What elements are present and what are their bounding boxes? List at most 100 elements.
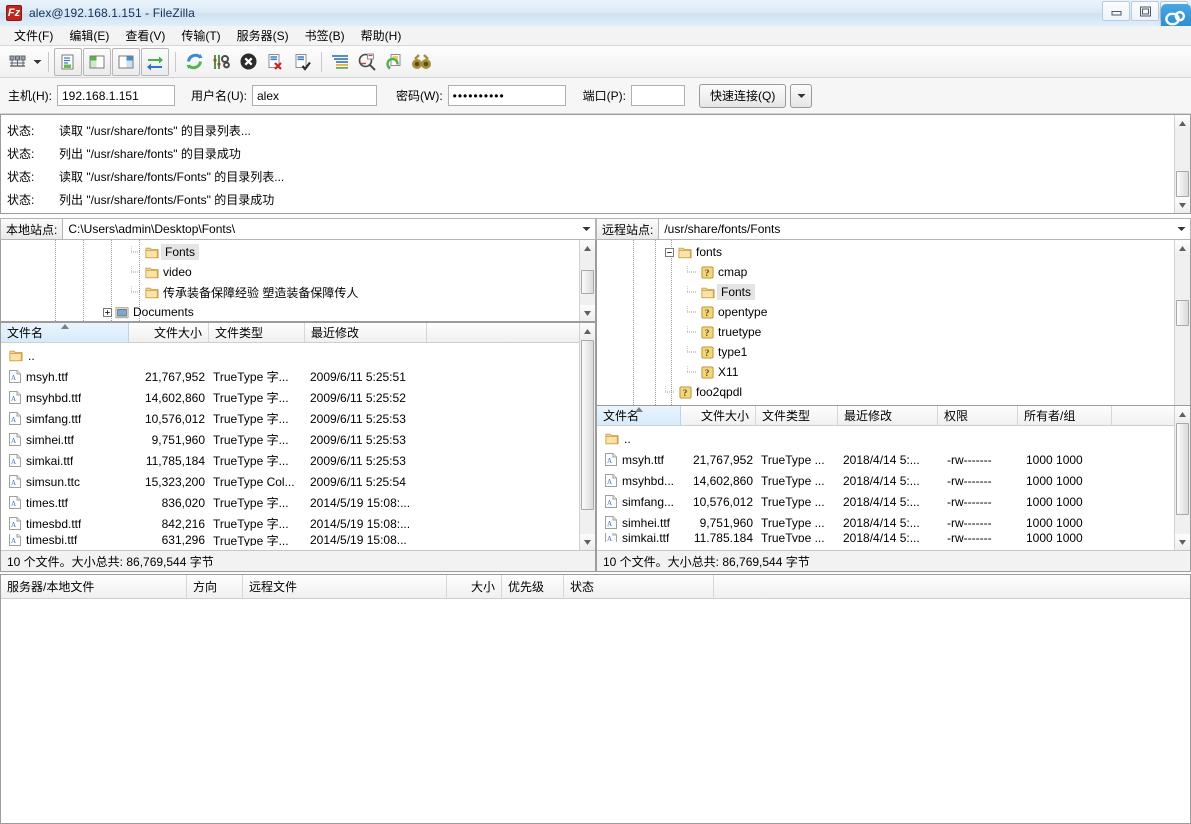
menu-server[interactable]: 服务器(S) bbox=[229, 25, 297, 46]
cancel-icon[interactable] bbox=[235, 49, 261, 75]
queue-column-server-local-file[interactable]: 服务器/本地文件 bbox=[1, 575, 187, 598]
scroll-up-icon[interactable] bbox=[1175, 240, 1190, 256]
scroll-up-icon[interactable] bbox=[580, 323, 595, 339]
reconnect-icon[interactable] bbox=[289, 49, 315, 75]
tree-node-Fonts[interactable]: Fonts bbox=[687, 282, 756, 302]
table-row[interactable]: A timesbd.ttf 842,216 TrueType 字... 2014… bbox=[1, 513, 595, 534]
queue-column-status[interactable]: 状态 bbox=[564, 575, 714, 598]
toggle-local-tree-icon[interactable] bbox=[83, 47, 111, 76]
toggle-transfer-queue-icon[interactable] bbox=[141, 47, 169, 76]
transfer-queue[interactable]: 服务器/本地文件 方向 远程文件 大小 优先级 状态 bbox=[0, 574, 1191, 824]
menu-edit[interactable]: 编辑(E) bbox=[61, 25, 117, 46]
menu-file[interactable]: 文件(F) bbox=[6, 25, 61, 46]
quickconnect-dropdown-icon[interactable] bbox=[790, 83, 813, 108]
tree-node-opentype[interactable]: ? opentype bbox=[687, 302, 767, 322]
column-header-filesize[interactable]: 文件大小 bbox=[681, 406, 756, 425]
tree-node-x11[interactable]: ? X11 bbox=[687, 362, 738, 382]
process-queue-icon[interactable] bbox=[208, 49, 234, 75]
table-row[interactable]: A simhei.ttf 9,751,960 TrueType 字... 200… bbox=[1, 429, 595, 450]
scroll-up-icon[interactable] bbox=[580, 240, 595, 256]
tree-node-video[interactable]: video bbox=[131, 262, 192, 282]
disconnect-icon[interactable] bbox=[262, 49, 288, 75]
table-row[interactable]: A simsun.ttc 15,323,200 TrueType Col... … bbox=[1, 471, 595, 492]
queue-column-direction[interactable]: 方向 bbox=[187, 575, 243, 598]
menu-help[interactable]: 帮助(H) bbox=[353, 25, 410, 46]
remote-list-scrollbar[interactable] bbox=[1174, 406, 1190, 550]
remote-site-combo[interactable]: /usr/share/fonts/Fonts bbox=[659, 218, 1191, 240]
column-header-lastmodified[interactable]: 最近修改 bbox=[838, 406, 938, 425]
tree-node-truetype[interactable]: ? truetype bbox=[687, 322, 761, 342]
column-header-filename[interactable]: 文件名 bbox=[1, 323, 129, 342]
table-row[interactable]: A simkai.ttf 11,785,184 TrueType 字... 20… bbox=[1, 450, 595, 471]
tree-collapse-expander-icon[interactable] bbox=[665, 247, 674, 257]
filter-icon[interactable] bbox=[327, 49, 353, 75]
tree-node-cmap[interactable]: ? cmap bbox=[687, 262, 747, 282]
column-header-filetype[interactable]: 文件类型 bbox=[756, 406, 838, 425]
log-scrollbar[interactable] bbox=[1174, 115, 1190, 213]
scroll-down-icon[interactable] bbox=[1175, 197, 1190, 213]
site-manager-icon[interactable] bbox=[4, 49, 30, 75]
remote-tree-scroll-thumb[interactable] bbox=[1176, 300, 1189, 326]
table-row[interactable]: A msyh.ttf 21,767,952 TrueType 字... 2009… bbox=[1, 366, 595, 387]
site-manager-dropdown-icon[interactable] bbox=[31, 49, 43, 75]
menu-bookmarks[interactable]: 书签(B) bbox=[297, 25, 353, 46]
scroll-down-icon[interactable] bbox=[580, 534, 595, 550]
tree-node-fonts[interactable]: fonts bbox=[665, 242, 722, 262]
transfer-queue-body[interactable] bbox=[1, 599, 1190, 823]
local-directory-tree[interactable]: Fonts video 传承装备保障经验 塑造装备保障传人 Documents bbox=[0, 240, 596, 322]
column-header-ownergroup[interactable]: 所有者/组 bbox=[1018, 406, 1112, 425]
local-tree-scroll-thumb[interactable] bbox=[581, 270, 594, 294]
tree-node-fonts[interactable]: Fonts bbox=[131, 242, 200, 262]
column-header-filetype[interactable]: 文件类型 bbox=[209, 323, 305, 342]
remote-directory-tree[interactable]: fonts ? cmap Fonts ? opentype ? truetype… bbox=[596, 240, 1191, 425]
remote-file-list[interactable]: 文件名 文件大小 文件类型 最近修改 权限 所有者/组 .. A msyh.tt… bbox=[596, 405, 1191, 572]
table-row[interactable]: A simfang.ttf 10,576,012 TrueType 字... 2… bbox=[1, 408, 595, 429]
tree-expander-icon[interactable] bbox=[103, 307, 112, 317]
column-header-filename[interactable]: 文件名 bbox=[597, 406, 681, 425]
remote-tree-scrollbar[interactable] bbox=[1174, 240, 1190, 424]
table-row[interactable]: A timesbi.ttf 631,296 TrueType 字... 2014… bbox=[1, 534, 595, 546]
table-row[interactable]: A msyhbd... 14,602,860 TrueType ... 2018… bbox=[597, 470, 1190, 491]
queue-column-remote-file[interactable]: 远程文件 bbox=[243, 575, 447, 598]
table-row[interactable]: .. bbox=[1, 345, 595, 366]
table-row[interactable]: A times.ttf 836,020 TrueType 字... 2014/5… bbox=[1, 492, 595, 513]
maximize-button[interactable] bbox=[1131, 1, 1159, 21]
tree-node-type1[interactable]: ? type1 bbox=[687, 342, 747, 362]
table-row[interactable]: A msyh.ttf 21,767,952 TrueType ... 2018/… bbox=[597, 449, 1190, 470]
scroll-down-icon[interactable] bbox=[1175, 534, 1190, 550]
toggle-remote-tree-icon[interactable] bbox=[112, 47, 140, 76]
table-row[interactable]: .. bbox=[597, 428, 1190, 449]
username-input[interactable] bbox=[252, 85, 377, 106]
synchronized-browsing-icon[interactable] bbox=[381, 49, 407, 75]
host-input[interactable] bbox=[57, 85, 175, 106]
local-list-scrollbar[interactable] bbox=[579, 323, 595, 550]
queue-column-size[interactable]: 大小 bbox=[447, 575, 502, 598]
column-header-permissions[interactable]: 权限 bbox=[938, 406, 1018, 425]
local-tree-scrollbar[interactable] bbox=[579, 240, 595, 321]
scroll-up-icon[interactable] bbox=[1175, 115, 1190, 131]
refresh-icon[interactable] bbox=[181, 49, 207, 75]
minimize-button[interactable] bbox=[1102, 1, 1130, 21]
column-header-filesize[interactable]: 文件大小 bbox=[129, 323, 209, 342]
table-row[interactable]: A simfang... 10,576,012 TrueType ... 201… bbox=[597, 491, 1190, 512]
queue-column-priority[interactable]: 优先级 bbox=[502, 575, 564, 598]
remote-list-scroll-thumb[interactable] bbox=[1176, 423, 1189, 515]
quickconnect-button[interactable]: 快速连接(Q) bbox=[699, 83, 787, 108]
compare-directories-icon[interactable] bbox=[354, 49, 380, 75]
table-row[interactable]: A msyhbd.ttf 14,602,860 TrueType 字... 20… bbox=[1, 387, 595, 408]
local-list-scroll-thumb[interactable] bbox=[581, 340, 594, 510]
find-files-icon[interactable] bbox=[408, 49, 434, 75]
scroll-up-icon[interactable] bbox=[1175, 406, 1190, 422]
local-file-list[interactable]: 文件名 文件大小 文件类型 最近修改 .. A msyh.ttf 21,767,… bbox=[0, 322, 596, 572]
local-site-combo[interactable]: C:\Users\admin\Desktop\Fonts\ bbox=[63, 218, 596, 240]
tree-node-foo2qpdl[interactable]: ? foo2qpdl bbox=[665, 382, 742, 402]
scroll-down-icon[interactable] bbox=[580, 305, 595, 321]
tree-node-documents[interactable]: Documents bbox=[103, 302, 194, 321]
menu-transfer[interactable]: 传输(T) bbox=[173, 25, 228, 46]
table-row[interactable]: A simkai.ttf 11,785,184 TrueType ... 201… bbox=[597, 533, 1190, 542]
port-input[interactable] bbox=[631, 85, 685, 106]
column-header-lastmodified[interactable]: 最近修改 bbox=[305, 323, 427, 342]
menu-view[interactable]: 查看(V) bbox=[117, 25, 173, 46]
toggle-message-log-icon[interactable] bbox=[54, 47, 82, 76]
password-input[interactable] bbox=[447, 85, 566, 106]
